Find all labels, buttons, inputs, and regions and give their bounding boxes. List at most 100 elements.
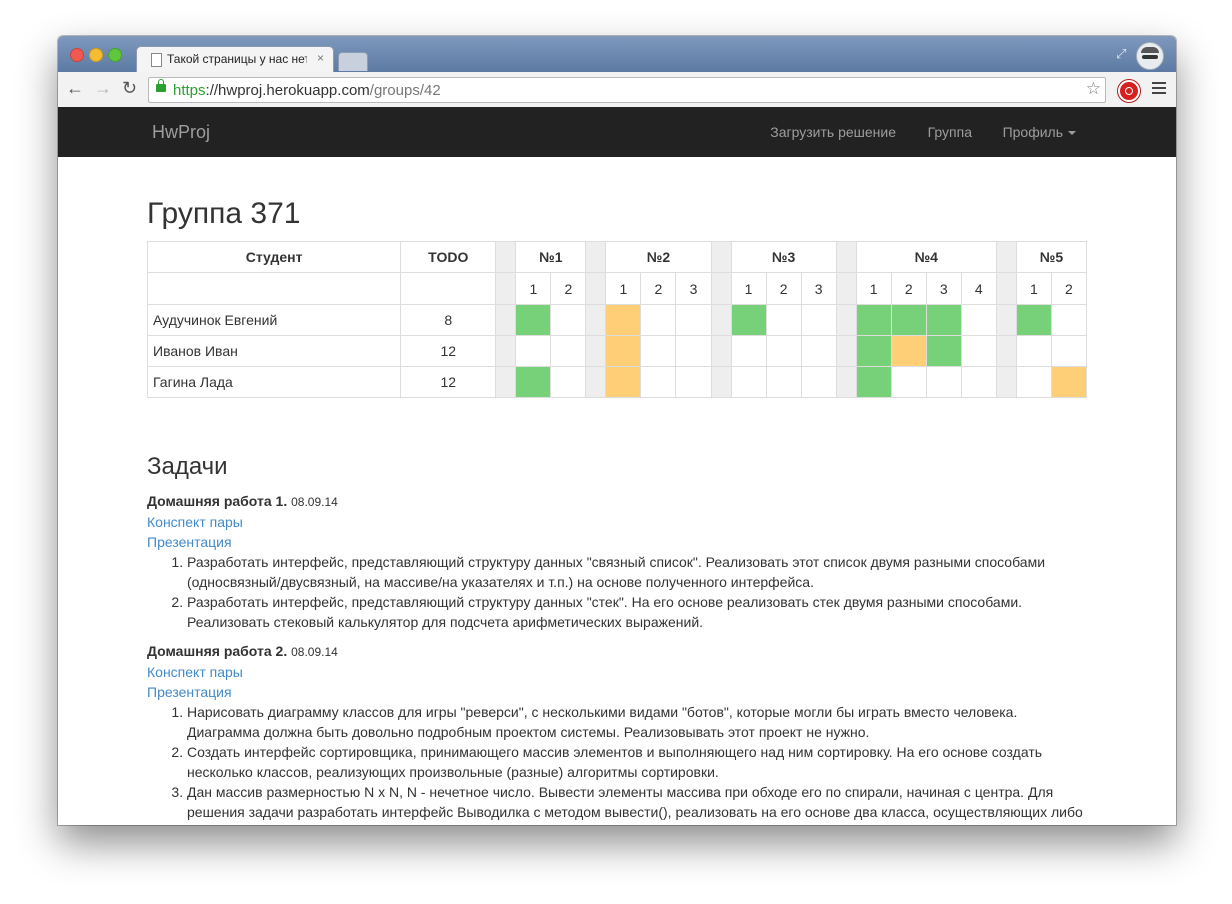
- lecture-notes-link[interactable]: Конспект пары: [147, 662, 1087, 682]
- grade-cell-empty[interactable]: [765, 366, 802, 398]
- adblock-extension-icon[interactable]: [1118, 80, 1140, 102]
- nav-upload-solution[interactable]: Загрузить решение: [770, 124, 896, 140]
- url-text[interactable]: https://hwproj.herokuapp.com/groups/42: [173, 82, 441, 99]
- grade-cell-empty[interactable]: [765, 304, 802, 336]
- homework-date: 08.09.14: [291, 495, 338, 509]
- grade-cell-empty[interactable]: [1050, 335, 1087, 367]
- column-separator: [585, 241, 607, 273]
- column-separator: [835, 241, 857, 273]
- grade-cell-accepted[interactable]: [855, 304, 892, 336]
- task-number-header: 4: [960, 272, 997, 305]
- grade-cell-partial[interactable]: [1050, 366, 1087, 398]
- tasks-section-title: Задачи: [147, 453, 228, 480]
- page-title: Группа 371: [147, 197, 301, 230]
- table-subheader-row: 12123123123412: [147, 272, 1087, 305]
- lock-icon: [156, 79, 166, 92]
- lecture-notes-link[interactable]: Конспект пары: [147, 512, 1087, 532]
- grade-cell-partial[interactable]: [605, 304, 642, 336]
- grade-cell-empty[interactable]: [960, 366, 997, 398]
- task-number-header: 2: [765, 272, 802, 305]
- close-window-icon[interactable]: [70, 48, 84, 62]
- caret-down-icon: [1068, 131, 1076, 136]
- grade-cell-empty[interactable]: [730, 366, 767, 398]
- fullscreen-icon[interactable]: ⤢: [1116, 46, 1130, 61]
- grade-cell-empty[interactable]: [640, 366, 677, 398]
- column-header-assignment[interactable]: №3: [730, 241, 837, 273]
- column-header-assignment[interactable]: №2: [605, 241, 712, 273]
- back-arrow-icon[interactable]: ←: [66, 78, 84, 99]
- column-separator: [495, 366, 517, 398]
- nav-profile-dropdown[interactable]: Профиль: [1003, 124, 1076, 140]
- grade-cell-empty[interactable]: [1015, 335, 1052, 367]
- grade-cell-partial[interactable]: [605, 366, 642, 398]
- homework-heading: Домашняя работа 1. 08.09.14: [147, 491, 1087, 512]
- column-separator: [995, 366, 1017, 398]
- task-number-header: 1: [855, 272, 892, 305]
- grade-cell-accepted[interactable]: [515, 304, 552, 336]
- grade-cell-empty[interactable]: [550, 335, 587, 367]
- zoom-window-icon[interactable]: [108, 48, 122, 62]
- grade-cell-accepted[interactable]: [925, 335, 962, 367]
- grade-cell-empty[interactable]: [640, 335, 677, 367]
- new-tab-button[interactable]: [338, 52, 368, 71]
- forward-arrow-icon[interactable]: →: [94, 78, 112, 99]
- grade-cell-empty[interactable]: [675, 335, 712, 367]
- address-bar[interactable]: https://hwproj.herokuapp.com/groups/42 ☆: [148, 77, 1106, 103]
- grade-cell-accepted[interactable]: [925, 304, 962, 336]
- grade-cell-partial[interactable]: [605, 335, 642, 367]
- column-separator: [995, 304, 1017, 336]
- grade-cell-empty[interactable]: [640, 304, 677, 336]
- grade-cell-accepted[interactable]: [730, 304, 767, 336]
- column-separator: [495, 272, 517, 305]
- grade-cell-empty[interactable]: [960, 335, 997, 367]
- grade-cell-empty[interactable]: [925, 366, 962, 398]
- column-separator: [995, 272, 1017, 305]
- browser-tab[interactable]: Такой страницы у нас нет ×: [136, 46, 334, 73]
- grade-cell-empty[interactable]: [675, 366, 712, 398]
- task-item: Нарисовать диаграмму классов для игры "р…: [187, 702, 1087, 742]
- table-row: Иванов Иван 12: [147, 335, 1087, 367]
- grade-cell-accepted[interactable]: [890, 304, 927, 336]
- column-header-assignment[interactable]: №5: [1015, 241, 1087, 273]
- grade-cell-empty[interactable]: [960, 304, 997, 336]
- minimize-window-icon[interactable]: [89, 48, 103, 62]
- grade-cell-empty[interactable]: [550, 304, 587, 336]
- hamburger-menu-icon[interactable]: [1152, 82, 1166, 96]
- grade-cell-empty[interactable]: [1050, 304, 1087, 336]
- grade-cell-empty[interactable]: [730, 335, 767, 367]
- bookmark-star-icon[interactable]: ☆: [1086, 79, 1101, 99]
- student-name[interactable]: Гагина Лада: [147, 366, 402, 398]
- grade-cell-empty[interactable]: [800, 304, 837, 336]
- grade-cell-empty[interactable]: [675, 304, 712, 336]
- grade-cell-partial[interactable]: [890, 335, 927, 367]
- grade-cell-accepted[interactable]: [855, 335, 892, 367]
- presentation-link[interactable]: Презентация: [147, 532, 1087, 552]
- student-name[interactable]: Аудучинок Евгений: [147, 304, 402, 336]
- grade-cell-empty[interactable]: [515, 335, 552, 367]
- column-separator: [495, 304, 517, 336]
- grade-cell-empty[interactable]: [800, 335, 837, 367]
- presentation-link[interactable]: Презентация: [147, 682, 1087, 702]
- grade-cell-empty[interactable]: [1015, 366, 1052, 398]
- reload-icon[interactable]: ↻: [122, 78, 137, 99]
- column-separator: [995, 241, 1017, 273]
- student-name[interactable]: Иванов Иван: [147, 335, 402, 367]
- grade-cell-accepted[interactable]: [515, 366, 552, 398]
- column-header-assignment[interactable]: №1: [515, 241, 587, 273]
- browser-toolbar: ← → ↻ https://hwproj.herokuapp.com/group…: [58, 72, 1176, 108]
- grade-cell-empty[interactable]: [800, 366, 837, 398]
- tab-close-icon[interactable]: ×: [317, 51, 324, 65]
- column-separator: [585, 366, 607, 398]
- grade-cell-accepted[interactable]: [1015, 304, 1052, 336]
- nav-group[interactable]: Группа: [928, 124, 972, 140]
- grade-cell-empty[interactable]: [765, 335, 802, 367]
- task-number-header: 2: [550, 272, 587, 305]
- navbar-brand[interactable]: HwProj: [152, 122, 210, 143]
- column-header-assignment[interactable]: №4: [855, 241, 997, 273]
- homework-block: Домашняя работа 1. 08.09.14 Конспект пар…: [147, 491, 1087, 632]
- grade-cell-empty[interactable]: [550, 366, 587, 398]
- homework-date: 08.09.14: [291, 645, 338, 659]
- grade-cell-empty[interactable]: [890, 366, 927, 398]
- column-separator: [495, 335, 517, 367]
- grade-cell-accepted[interactable]: [855, 366, 892, 398]
